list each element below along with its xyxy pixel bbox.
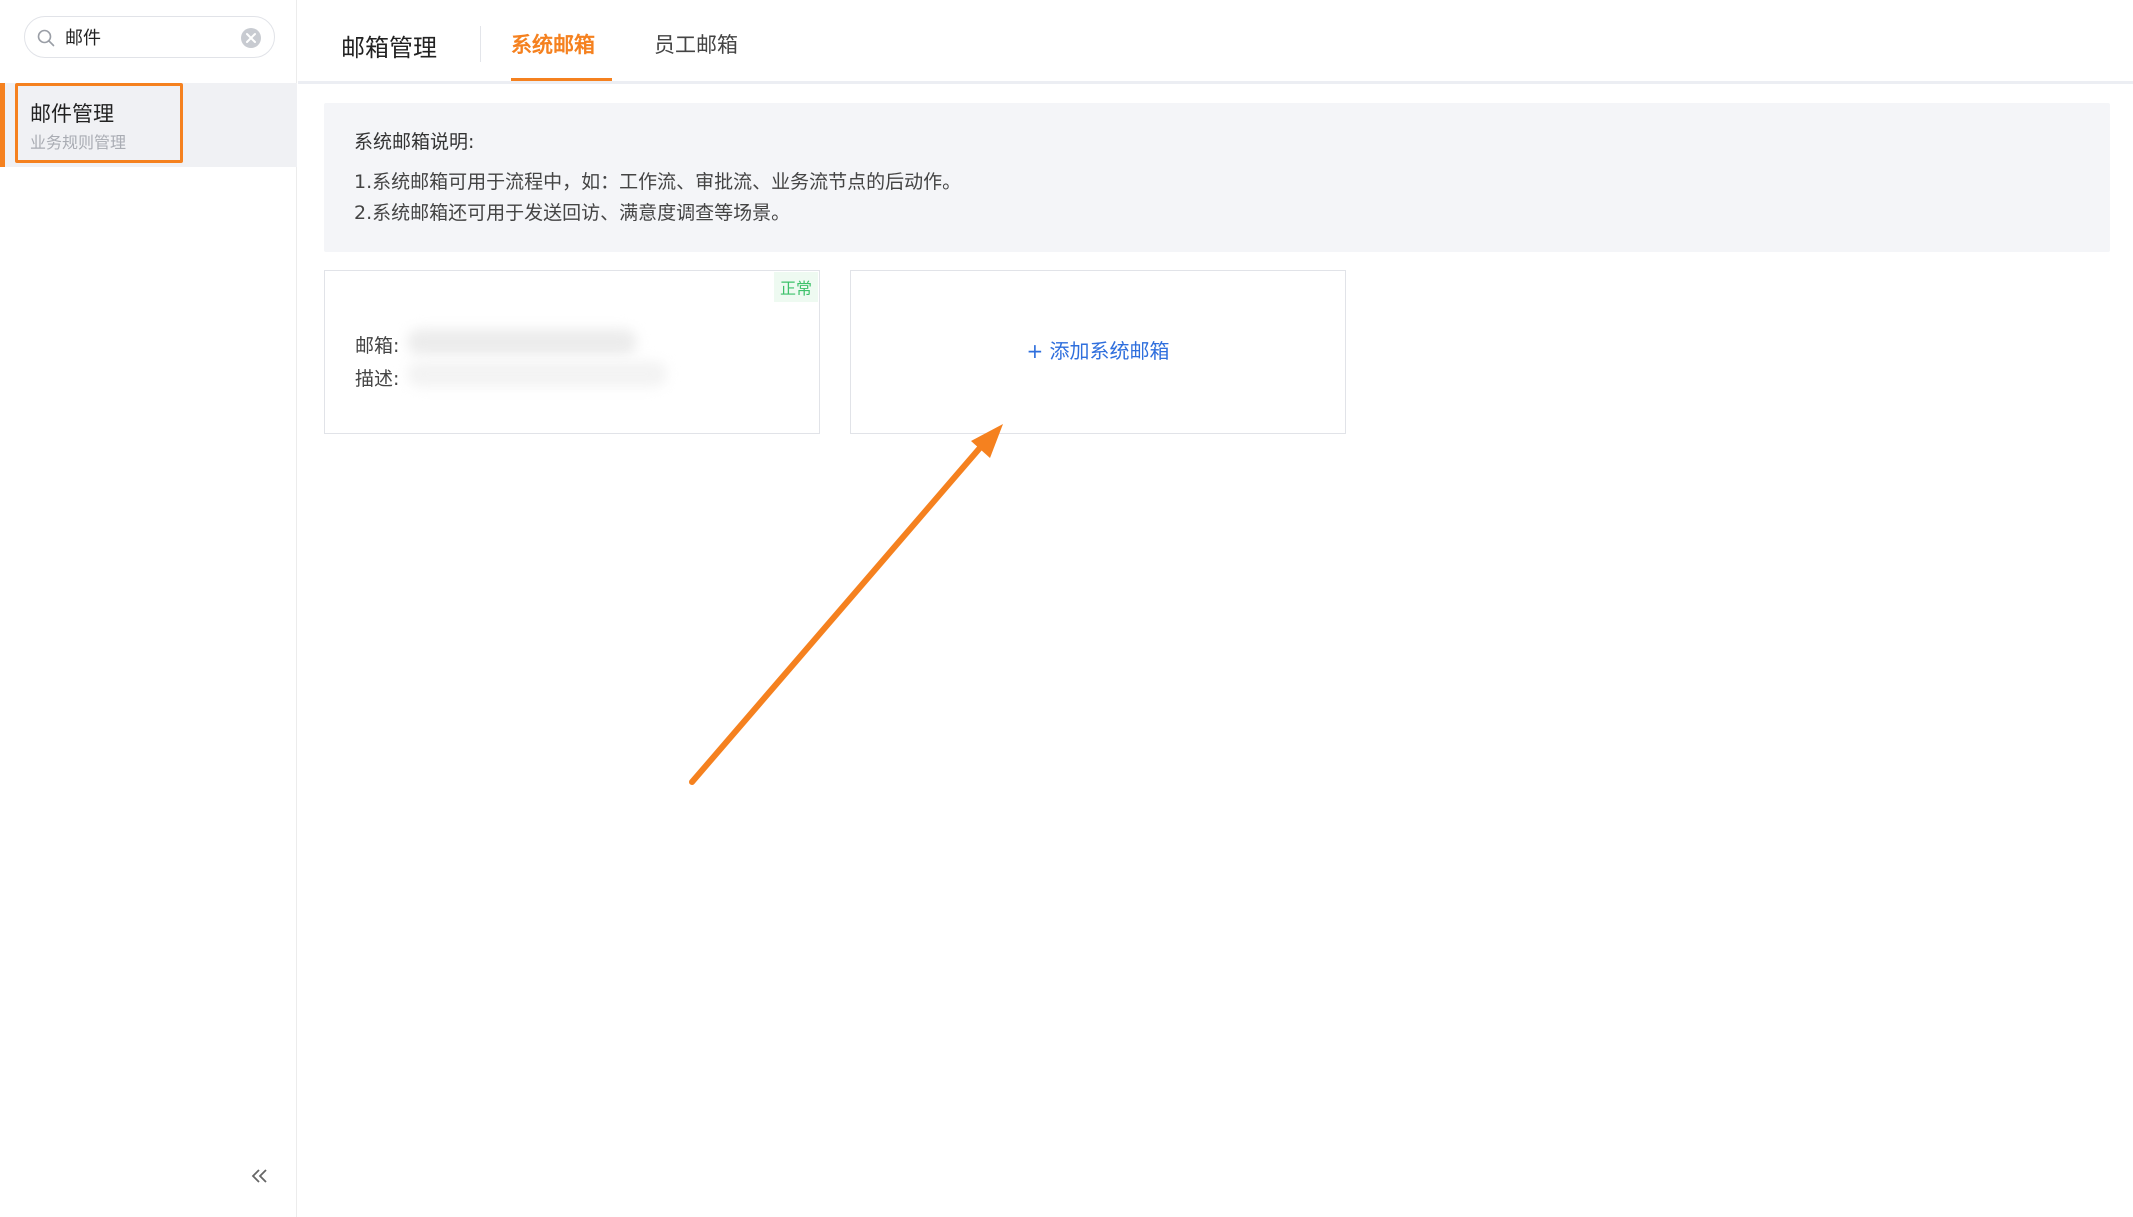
active-indicator xyxy=(0,83,5,167)
sidebar: 邮件管理 业务规则管理 xyxy=(0,0,297,1217)
system-mailbox-card[interactable]: 正常 邮箱: 描述: xyxy=(324,270,820,434)
redacted-description-value xyxy=(407,361,667,387)
double-chevron-left-icon[interactable] xyxy=(248,1164,272,1188)
search-icon xyxy=(37,29,55,47)
sidebar-item-subtitle: 业务规则管理 xyxy=(30,133,127,152)
info-line: 1.系统邮箱可用于流程中，如：工作流、审批流、业务流节点的后动作。 xyxy=(354,171,962,193)
search-input[interactable] xyxy=(65,25,245,49)
add-system-mailbox-button[interactable]: + 添加系统邮箱 xyxy=(851,335,1345,364)
search-box[interactable] xyxy=(24,16,275,58)
email-label: 邮箱: xyxy=(355,335,400,357)
page-title: 邮箱管理 xyxy=(341,34,437,62)
add-system-mailbox-card[interactable]: + 添加系统邮箱 xyxy=(850,270,1346,434)
description-label: 描述: xyxy=(355,368,400,390)
redacted-email-value xyxy=(407,329,637,355)
sidebar-item-title: 邮件管理 xyxy=(30,102,114,126)
info-panel: 系统邮箱说明: 1.系统邮箱可用于流程中，如：工作流、审批流、业务流节点的后动作… xyxy=(324,103,2110,252)
tab-system-mailbox[interactable]: 系统邮箱 xyxy=(511,29,595,59)
active-tab-underline xyxy=(511,78,612,81)
header: 邮箱管理 系统邮箱 员工邮箱 xyxy=(298,0,2133,84)
status-badge: 正常 xyxy=(773,272,818,302)
header-divider xyxy=(480,26,481,62)
info-title: 系统邮箱说明: xyxy=(354,131,475,153)
clear-icon[interactable] xyxy=(240,27,262,49)
tab-staff-mailbox[interactable]: 员工邮箱 xyxy=(654,29,738,59)
info-line: 2.系统邮箱还可用于发送回访、满意度调查等场景。 xyxy=(354,202,791,224)
